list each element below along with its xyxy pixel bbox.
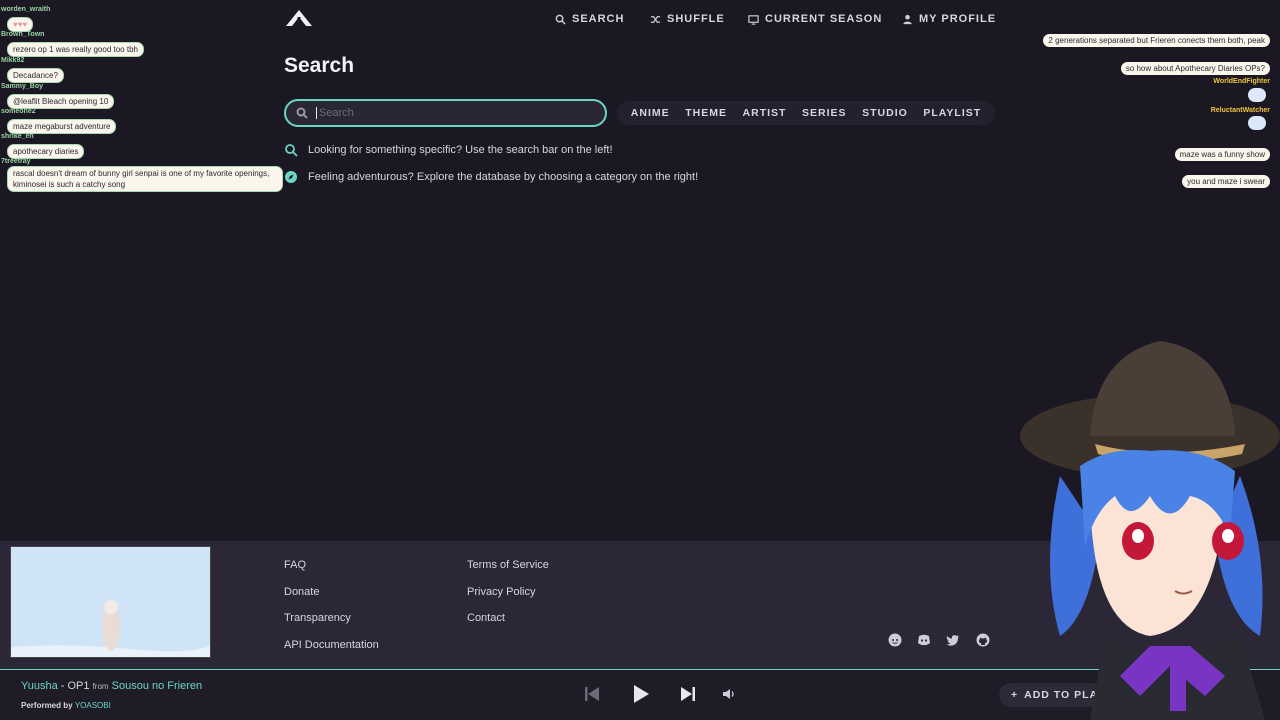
category-theme[interactable]: THEME: [685, 107, 727, 119]
play-icon[interactable]: [632, 683, 650, 705]
emote-icons: ♥♥♥: [7, 17, 34, 32]
chat-username: worden_wraith: [1, 6, 51, 13]
nav-my-profile-label: MY PROFILE: [919, 13, 997, 25]
chat-message: worden_wraith ♥♥♥: [0, 6, 50, 32]
github-icon[interactable]: [976, 633, 990, 647]
category-anime[interactable]: ANIME: [631, 107, 670, 119]
category-playlist[interactable]: PLAYLIST: [923, 107, 981, 119]
chat-text: rascal doesn't dream of bunny girl senpa…: [7, 166, 283, 192]
monitor-icon: [748, 14, 759, 25]
nav-my-profile[interactable]: MY PROFILE: [902, 11, 996, 27]
from-label: from: [92, 682, 109, 691]
chat-message: ReluctantWatcher: [1211, 107, 1270, 115]
chat-text: @leaflit Bleach opening 10: [7, 94, 115, 109]
chat-message: someone2 maze megaburst adventure: [0, 108, 117, 134]
search-box[interactable]: [284, 99, 607, 127]
footer-link-api-docs[interactable]: API Documentation: [284, 639, 379, 651]
artist-name[interactable]: YOASOBI: [75, 701, 111, 710]
previous-track-icon[interactable]: [584, 684, 600, 704]
song-title[interactable]: Yuusha: [21, 680, 58, 692]
search-icon: [285, 144, 298, 157]
hint-search: Looking for something specific? Use the …: [284, 143, 613, 157]
vtuber-avatar-image: [1020, 341, 1280, 720]
chat-message: 7treetray rascal doesn't dream of bunny …: [0, 158, 283, 192]
footer-link-contact[interactable]: Contact: [467, 612, 505, 624]
hint-search-text: Looking for something specific? Use the …: [308, 144, 613, 156]
chat-message: shrike_en apothecary diaries: [0, 133, 85, 159]
search-input[interactable]: [316, 107, 586, 119]
chat-username: shrike_en: [1, 133, 34, 140]
nav-current-season[interactable]: CURRENT SEASON: [748, 11, 882, 27]
chat-message: so how about Apothecary Diaries OPs?: [1120, 58, 1270, 76]
nav-current-season-label: CURRENT SEASON: [765, 13, 883, 25]
video-preview[interactable]: [10, 546, 211, 658]
chat-message: you and maze i swear: [1182, 171, 1270, 189]
anime-title[interactable]: Sousou no Frieren: [112, 680, 203, 692]
search-icon: [296, 107, 308, 119]
chat-text: apothecary diaries: [7, 144, 85, 159]
search-icon: [555, 14, 566, 25]
footer-link-transparency[interactable]: Transparency: [284, 612, 351, 624]
chat-message: Mikk92 Decadance?: [0, 57, 64, 83]
chat-username: Brown_Town: [1, 31, 45, 38]
emote-icon: [1248, 88, 1266, 102]
compass-icon: [285, 171, 297, 183]
hint-explore: Feeling adventurous? Explore the databas…: [284, 170, 698, 184]
emote-icon: [1248, 116, 1266, 130]
volume-icon[interactable]: [722, 688, 735, 700]
chat-message: Brown_Town rezero op 1 was really good t…: [0, 31, 144, 57]
nav-search-label: SEARCH: [572, 13, 625, 25]
plus-icon: +: [1011, 689, 1019, 701]
now-playing-artist: Performed by YOASOBI: [21, 701, 111, 710]
user-icon: [903, 14, 912, 24]
next-track-icon[interactable]: [680, 684, 696, 704]
footer-link-faq[interactable]: FAQ: [284, 559, 306, 571]
chat-message: maze was a funny show: [1174, 144, 1270, 162]
chat-text: maze megaburst adventure: [7, 119, 117, 134]
chat-text: maze was a funny show: [1174, 148, 1270, 161]
category-bar: ANIME THEME ARTIST SERIES STUDIO PLAYLIS…: [617, 101, 995, 125]
chat-username: 7treetray: [1, 158, 31, 165]
chat-username: ReluctantWatcher: [1210, 107, 1270, 114]
chat-text: 2 generations separated but Frieren cone…: [1043, 34, 1270, 47]
chat-username: Sammy_Boy: [1, 83, 44, 90]
chat-message: WorldEndFighter: [1213, 78, 1270, 86]
category-artist[interactable]: ARTIST: [743, 107, 787, 119]
performed-by-label: Performed by: [21, 701, 73, 710]
category-studio[interactable]: STUDIO: [862, 107, 908, 119]
video-frame-image: [11, 547, 210, 657]
footer-link-privacy[interactable]: Privacy Policy: [467, 586, 535, 598]
chat-text: so how about Apothecary Diaries OPs?: [1120, 62, 1270, 75]
footer-link-terms[interactable]: Terms of Service: [467, 559, 549, 571]
chat-text: Decadance?: [7, 68, 64, 83]
chat-username: someone2: [1, 108, 36, 115]
chat-username: Mikk92: [1, 57, 25, 64]
chat-username: WorldEndFighter: [1213, 78, 1270, 85]
hint-explore-text: Feeling adventurous? Explore the databas…: [308, 171, 699, 183]
chat-message: Sammy_Boy @leaflit Bleach opening 10: [0, 83, 115, 109]
nav-shuffle-label: SHUFFLE: [667, 13, 725, 25]
category-series[interactable]: SERIES: [802, 107, 847, 119]
page-title: Search: [284, 54, 355, 77]
discord-icon[interactable]: [917, 633, 931, 647]
theme-label[interactable]: OP1: [68, 680, 90, 692]
chat-overlay-right: 2 generations separated but Frieren cone…: [1030, 0, 1280, 200]
now-playing-title: Yuusha - OP1 from Sousou no Frieren: [21, 680, 203, 692]
chat-message: 2 generations separated but Frieren cone…: [1043, 30, 1270, 48]
footer-link-donate[interactable]: Donate: [284, 586, 319, 598]
nav-search[interactable]: SEARCH: [555, 11, 624, 27]
twitter-icon[interactable]: [946, 633, 960, 647]
chat-text: you and maze i swear: [1182, 175, 1270, 188]
reddit-icon[interactable]: [888, 633, 902, 647]
nav-shuffle[interactable]: SHUFFLE: [650, 11, 725, 27]
logo-icon[interactable]: [284, 8, 314, 28]
chat-text: rezero op 1 was really good too tbh: [7, 42, 144, 57]
shuffle-icon: [650, 15, 661, 23]
